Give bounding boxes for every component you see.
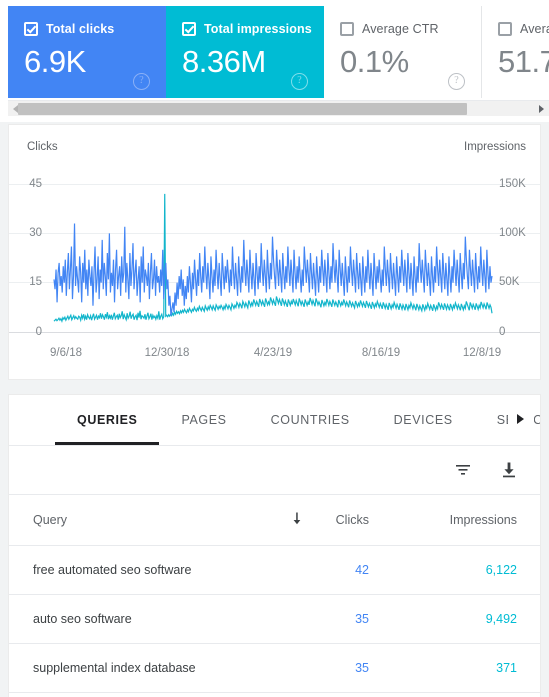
metric-label-total-impressions: Total impressions [204,22,312,36]
xtick-5: 12/8/19 [462,347,502,359]
cell-impressions: 371 [496,661,517,675]
cell-query[interactable]: supplemental index database [33,661,196,675]
metrics-horizontal-scrollbar[interactable] [8,100,549,116]
dimension-tabs-strip: QUERIES PAGES COUNTRIES DEVICES SEARCH A [55,395,540,445]
chart-left-axis-title: Clicks [27,141,58,153]
xtick-1: 9/6/18 [50,347,82,359]
metric-card-average-position[interactable]: Average position 51.7 ? [482,6,549,98]
help-icon-total-impressions[interactable]: ? [291,73,308,90]
sort-descending-icon[interactable] [291,512,303,525]
chart-series-plot [53,193,493,323]
ytick-right-0: 0 [499,326,506,338]
table-row[interactable]: free automated seo software 42 6,122 [9,546,540,595]
metric-card-average-ctr[interactable]: Average CTR 0.1% ? [324,6,482,98]
cell-clicks: 35 [355,661,369,675]
cell-impressions: 6,122 [485,563,517,577]
metric-label-average-position: Average position [520,22,549,36]
cell-clicks: 42 [355,563,369,577]
gridline-baseline [9,332,540,333]
column-header-query[interactable]: Query [33,513,67,527]
cell-query[interactable]: free automated seo software [33,563,191,577]
xtick-4: 8/16/19 [361,347,401,359]
scroll-right-arrow-icon[interactable] [533,101,549,116]
column-header-clicks[interactable]: Clicks [309,513,369,527]
checkbox-total-impressions[interactable] [182,22,196,36]
ytick-right-150k: 150K [499,178,526,190]
table-row[interactable]: supplemental index database 35 371 [9,644,540,693]
cell-clicks: 35 [355,612,369,626]
filter-icon[interactable] [452,459,474,481]
xtick-3: 4/23/19 [253,347,293,359]
metric-value-total-impressions: 8.36M [182,44,266,79]
metric-header-average-position: Average position [498,22,549,36]
tabs-scroll-right-arrow-icon[interactable] [508,395,534,444]
ytick-left-15: 15 [29,276,42,288]
ytick-left-0: 0 [35,326,42,338]
checkbox-total-clicks[interactable] [24,22,38,36]
table-row[interactable]: auto seo software 35 9,492 [9,595,540,644]
metric-value-total-clicks: 6.9K [24,44,86,79]
tab-devices[interactable]: DEVICES [372,395,475,445]
metrics-row: Total clicks 6.9K ? Total impressions 8.… [8,6,549,98]
tab-countries[interactable]: COUNTRIES [249,395,372,445]
metrics-cards-container: Total clicks 6.9K ? Total impressions 8.… [0,0,549,122]
metric-header-average-ctr: Average CTR [340,22,439,36]
column-header-impressions[interactable]: Impressions [409,513,517,527]
tab-pages[interactable]: PAGES [159,395,248,445]
metric-card-total-clicks[interactable]: Total clicks 6.9K ? [8,6,166,98]
metric-label-average-ctr: Average CTR [362,22,439,36]
checkbox-average-ctr[interactable] [340,22,354,36]
cell-query[interactable]: auto seo software [33,612,132,626]
ytick-right-100k: 100K [499,227,526,239]
scrollbar-thumb[interactable] [18,103,467,115]
metric-card-total-impressions[interactable]: Total impressions 8.36M ? [166,6,324,98]
metric-header-total-impressions: Total impressions [182,22,312,36]
metric-value-average-position: 51.7 [498,44,549,79]
cell-impressions: 9,492 [485,612,517,626]
performance-chart-card: Clicks Impressions 45 30 15 0 150K 100K … [8,124,541,380]
ytick-left-30: 30 [29,227,42,239]
table-toolbar [9,446,540,495]
help-icon-total-clicks[interactable]: ? [133,73,150,90]
checkbox-average-position[interactable] [498,22,512,36]
ytick-left-45: 45 [29,178,42,190]
download-icon[interactable] [498,459,520,481]
dimension-tabs-bar: QUERIES PAGES COUNTRIES DEVICES SEARCH A [9,395,540,446]
scroll-left-arrow-icon[interactable] [8,101,24,116]
metric-value-average-ctr: 0.1% [340,44,409,79]
metric-label-total-clicks: Total clicks [46,22,115,36]
dimension-table-card: QUERIES PAGES COUNTRIES DEVICES SEARCH A [8,394,541,697]
help-icon-average-ctr[interactable]: ? [448,73,465,90]
tab-queries[interactable]: QUERIES [55,395,160,445]
ytick-right-50k: 50K [499,276,520,288]
chart-right-axis-title: Impressions [464,141,526,153]
metric-header-total-clicks: Total clicks [24,22,114,36]
xtick-2: 12/30/18 [144,347,190,359]
search-console-performance-page: Total clicks 6.9K ? Total impressions 8.… [0,0,549,697]
table-header-row: Query Clicks Impressions [9,495,540,546]
